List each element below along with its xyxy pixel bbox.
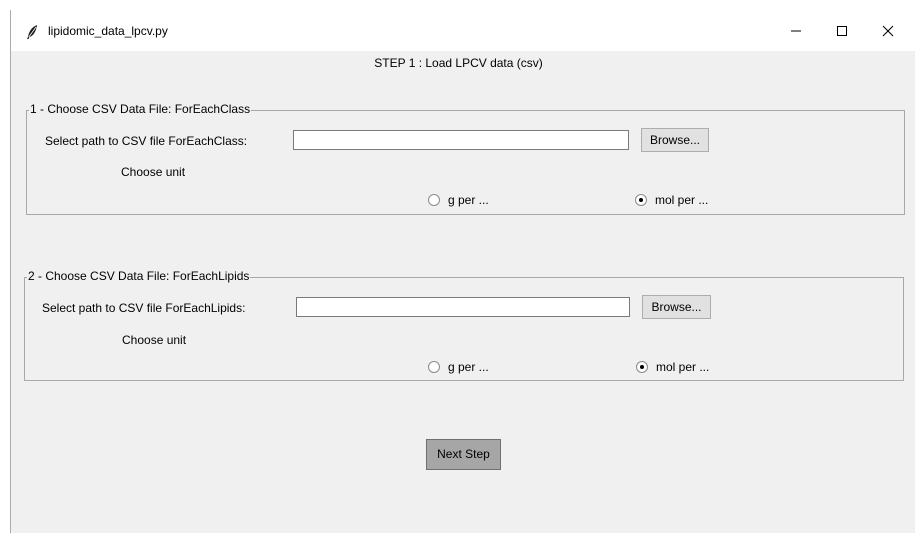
class-unit-label: Choose unit [121, 165, 186, 179]
minimize-icon [791, 30, 801, 32]
lipids-browse-button[interactable]: Browse... [642, 295, 711, 319]
app-window: lipidomic_data_lpcv.py STEP 1 : Load LPC… [10, 10, 915, 533]
close-button[interactable] [865, 10, 911, 51]
class-file-group: 1 - Choose CSV Data File: ForEachClass S… [26, 102, 905, 215]
lipids-radio-g-label: g per ... [448, 360, 489, 374]
class-browse-button[interactable]: Browse... [641, 128, 709, 152]
maximize-button[interactable] [819, 10, 865, 51]
class-file-legend: 1 - Choose CSV Data File: ForEachClass [29, 102, 252, 116]
window-title: lipidomic_data_lpcv.py [48, 24, 168, 38]
lipids-path-input[interactable] [296, 297, 630, 317]
lipids-path-label: Select path to CSV file ForEachLipids: [42, 301, 246, 315]
radio-unchecked-icon [428, 361, 440, 373]
class-path-label: Select path to CSV file ForEachClass: [45, 134, 248, 148]
lipids-file-group: 2 - Choose CSV Data File: ForEachLipids … [24, 269, 904, 381]
class-radio-mol[interactable]: mol per ... [635, 193, 708, 207]
class-radio-g[interactable]: g per ... [428, 193, 489, 207]
radio-checked-icon [635, 194, 647, 206]
step-title: STEP 1 : Load LPCV data (csv) [374, 56, 543, 70]
class-radio-g-label: g per ... [448, 193, 489, 207]
close-icon [882, 25, 894, 37]
feather-icon [25, 24, 39, 40]
lipids-radio-g[interactable]: g per ... [428, 360, 489, 374]
lipids-radio-mol[interactable]: mol per ... [636, 360, 709, 374]
lipids-file-legend: 2 - Choose CSV Data File: ForEachLipids [27, 269, 251, 283]
radio-checked-icon [636, 361, 648, 373]
radio-unchecked-icon [428, 194, 440, 206]
title-bar[interactable]: lipidomic_data_lpcv.py [11, 10, 915, 51]
class-path-input[interactable] [293, 130, 629, 150]
lipids-unit-label: Choose unit [122, 333, 187, 347]
next-step-button[interactable]: Next Step [426, 439, 501, 470]
class-radio-mol-label: mol per ... [655, 193, 709, 207]
minimize-button[interactable] [773, 10, 819, 51]
lipids-radio-mol-label: mol per ... [656, 360, 710, 374]
maximize-icon [837, 26, 847, 36]
